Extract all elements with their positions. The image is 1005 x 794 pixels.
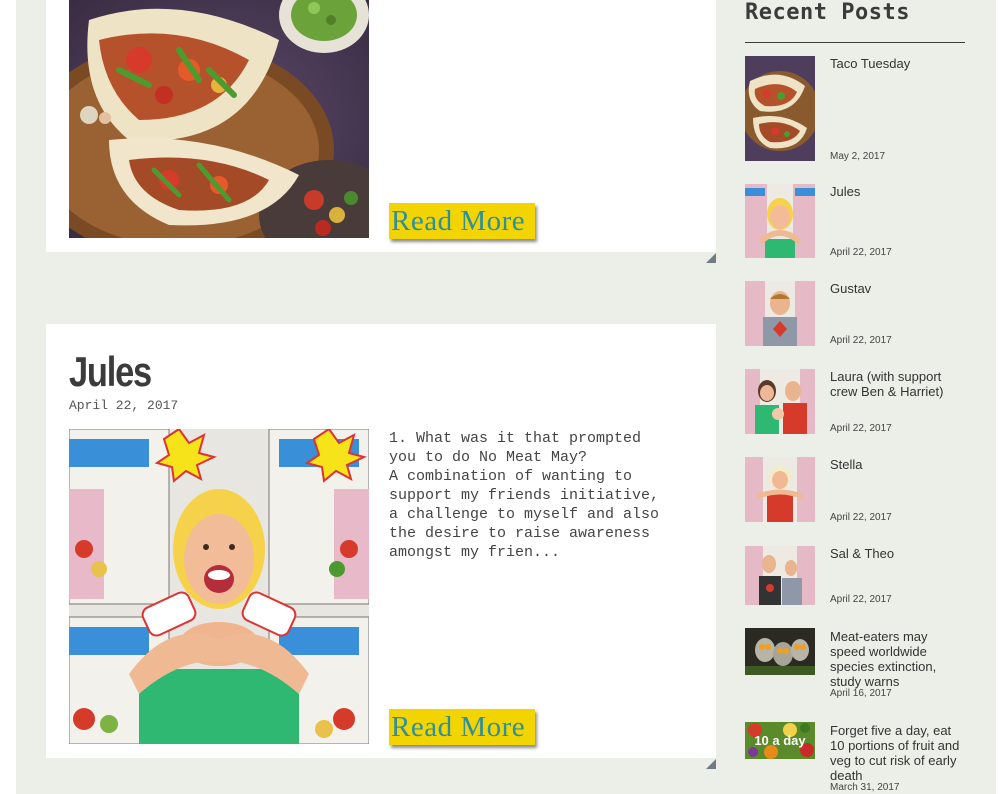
card-corner-marker	[706, 759, 716, 769]
post-excerpt: 1. What was it that prompted you to do N…	[389, 430, 660, 561]
card-corner-marker	[706, 253, 716, 263]
recent-post-date: April 22, 2017	[830, 423, 892, 434]
sidebar-divider	[745, 42, 965, 43]
recent-post-thumbnail[interactable]	[745, 546, 815, 605]
recent-post-title[interactable]: Forget five a day, eat 10 portions of fr…	[830, 723, 965, 783]
recent-post-thumbnail[interactable]	[745, 281, 815, 346]
recent-post-item[interactable]: Meat-eaters may speed worldwide species …	[745, 628, 965, 700]
post-image-taco[interactable]	[69, 0, 369, 238]
recent-post-thumbnail[interactable]	[745, 628, 815, 675]
recent-post-thumbnail[interactable]	[745, 457, 815, 522]
taco-plate-photo	[69, 0, 369, 238]
recent-post-thumbnail[interactable]: 10 a day	[745, 722, 815, 759]
recent-post-item[interactable]: Stella April 22, 2017	[745, 457, 965, 523]
recent-post-title[interactable]: Meat-eaters may speed worldwide species …	[830, 629, 965, 689]
recent-post-title[interactable]: Gustav	[830, 281, 965, 296]
woman-crossed-arms-photo	[69, 429, 369, 744]
recent-post-date: April 22, 2017	[830, 335, 892, 346]
recent-post-item[interactable]: 10 a day Forget five a day, eat 10 porti…	[745, 722, 965, 794]
recent-post-date: March 31, 2017	[830, 782, 900, 793]
recent-post-item[interactable]: Taco Tuesday May 2, 2017	[745, 56, 965, 162]
post-date: April 22, 2017	[69, 398, 179, 413]
recent-post-item[interactable]: Sal & Theo April 22, 2017	[745, 546, 965, 605]
thumbnail-caption: 10 a day	[754, 733, 806, 748]
sidebar-title: Recent Posts	[745, 0, 910, 25]
recent-post-item[interactable]: Jules April 22, 2017	[745, 184, 965, 258]
recent-post-date: April 22, 2017	[830, 594, 892, 605]
recent-post-title[interactable]: Laura (with support crew Ben & Harriet)	[830, 369, 965, 399]
recent-post-title[interactable]: Taco Tuesday	[830, 56, 965, 71]
read-more-button-taco[interactable]: Read More	[389, 203, 535, 239]
recent-post-item[interactable]: Gustav April 22, 2017	[745, 281, 965, 346]
recent-post-title[interactable]: Stella	[830, 457, 965, 472]
recent-post-item[interactable]: Laura (with support crew Ben & Harriet) …	[745, 369, 965, 434]
recent-post-thumbnail[interactable]	[745, 184, 815, 258]
recent-post-title[interactable]: Jules	[830, 184, 965, 199]
recent-post-date: April 22, 2017	[830, 512, 892, 523]
post-image-jules[interactable]	[69, 429, 369, 744]
recent-post-date: May 2, 2017	[830, 151, 886, 162]
recent-post-date: April 16, 2017	[830, 688, 892, 699]
recent-post-title[interactable]: Sal & Theo	[830, 546, 965, 561]
recent-post-date: April 22, 2017	[830, 247, 892, 258]
recent-post-thumbnail[interactable]	[745, 56, 815, 161]
post-title[interactable]: Jules	[69, 348, 152, 396]
read-more-button-jules[interactable]: Read More	[389, 709, 535, 745]
recent-post-thumbnail[interactable]	[745, 369, 815, 434]
